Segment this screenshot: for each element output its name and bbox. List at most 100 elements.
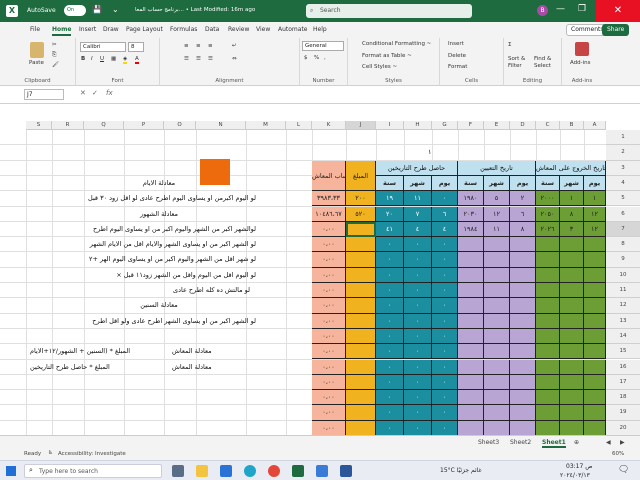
data-cell-c[interactable] [536,267,560,283]
taskbar-search[interactable]: ⌕ Type here to search [24,464,162,478]
font-color-icon[interactable]: A [135,56,139,64]
tab-review[interactable]: Review [228,26,249,33]
percent-icon[interactable]: % [314,55,319,61]
column-header-o[interactable]: O [164,121,196,130]
tab-help[interactable]: Help [313,26,327,33]
data-cell-h[interactable]: ٤ [404,221,432,238]
data-cell-f[interactable] [458,267,484,283]
data-cell-a[interactable] [584,405,606,421]
data-cell-c[interactable] [536,252,560,268]
data-cell-e[interactable] [484,359,510,375]
document-title[interactable]: برنامج حساب المعا... • Last Modified: 16… [135,7,255,13]
data-cell-g[interactable]: ٠ [432,390,458,406]
delete-cells-button[interactable]: Delete [448,53,466,59]
data-cell-b[interactable]: ٨ [560,206,584,222]
autosum-icon[interactable]: Σ [508,42,511,48]
comma-style-icon[interactable]: , [324,55,326,61]
row-header-19[interactable]: 19 [606,405,640,421]
column-header-p[interactable]: P [124,121,164,130]
data-cell-j[interactable] [346,237,376,253]
data-cell-d[interactable]: ٢ [510,191,536,207]
cancel-formula-icon[interactable]: ✕ [80,89,86,97]
data-cell-i[interactable]: ٠ [376,405,404,421]
column-header-k[interactable]: K [312,121,346,130]
row-header-16[interactable]: 16 [606,359,640,375]
scroll-tabs-left-icon[interactable]: ◀ [606,439,611,446]
sheet-tab-2[interactable]: Sheet2 [510,439,531,446]
data-cell-c[interactable] [536,298,560,314]
data-cell-f[interactable] [458,420,484,435]
tab-insert[interactable]: Insert [79,26,96,33]
data-cell-a[interactable] [584,390,606,406]
data-cell-h[interactable]: ١١ [404,191,432,207]
row-header-7[interactable]: 7 [606,221,640,238]
tab-automate[interactable]: Automate [278,26,308,33]
data-cell-e[interactable] [484,405,510,421]
data-cell-a[interactable]: ١٢ [584,206,606,222]
data-cell-b[interactable] [560,405,584,421]
data-cell-b[interactable] [560,283,584,299]
data-cell-h[interactable]: ٠ [404,237,432,253]
worksheet-grid[interactable]: A B C D E F G H I J K L M N O P Q R S 1 2 3 4 5 6 7 8 9 10 11 12 13 14 15… [0,121,640,435]
data-cell-b[interactable]: ٣ [560,221,584,238]
data-cell-i[interactable]: ٠ [376,328,404,345]
align-top-icon[interactable]: ≡ [184,43,189,49]
column-header-d[interactable]: D [510,121,536,130]
column-header-h[interactable]: H [404,121,432,130]
data-cell-h[interactable]: ٠ [404,390,432,406]
data-cell-j[interactable] [346,267,376,283]
tab-view[interactable]: View [256,26,270,33]
tab-file[interactable]: File [30,26,40,33]
row-header-1[interactable]: 1 [606,130,640,146]
data-cell-j[interactable] [346,390,376,406]
data-cell-k[interactable]: ٠،٠٠ [312,283,346,299]
data-cell-g[interactable]: ٠ [432,237,458,253]
chrome-browser-icon[interactable] [268,465,280,477]
merge-center-icon[interactable]: ⇔ [232,56,237,62]
data-cell-f[interactable] [458,283,484,299]
data-cell-i[interactable]: ٠ [376,298,404,314]
notifications-icon[interactable]: 🗨 [618,465,629,475]
word-icon[interactable] [340,465,352,477]
data-cell-e[interactable] [484,313,510,329]
format-painter-icon[interactable]: 🖌 [52,62,59,68]
align-middle-icon[interactable]: ≡ [196,43,201,49]
search-box[interactable]: ⌕ Search [306,4,472,18]
conditional-formatting-button[interactable]: Conditional Formatting ~ [362,41,431,47]
data-cell-d[interactable] [510,420,536,435]
row-header-4[interactable]: 4 [606,175,640,192]
data-cell-g[interactable]: ٠ [432,191,458,207]
paste-button[interactable]: Paste [29,60,44,66]
column-header-s[interactable]: S [26,121,52,130]
fill-color-icon[interactable]: ◈ [123,56,128,64]
data-cell-a[interactable] [584,252,606,268]
row-header-5[interactable]: 5 [606,191,640,207]
column-header-g[interactable]: G [432,121,458,130]
data-cell-g[interactable]: ٠ [432,420,458,435]
data-cell-h[interactable]: ٠ [404,298,432,314]
data-cell-e[interactable] [484,252,510,268]
data-cell-b[interactable]: ١ [560,191,584,207]
sheet-tab-3[interactable]: Sheet3 [478,439,499,446]
data-cell-b[interactable] [560,252,584,268]
cut-icon[interactable]: ✂ [52,42,57,48]
share-button[interactable]: Share [602,24,630,36]
clock-date[interactable]: ٢٠٢٤/٠٣/١٣ [560,472,590,479]
column-header-a[interactable]: A [584,121,606,130]
data-cell-c[interactable] [536,237,560,253]
data-cell-a[interactable] [584,374,606,391]
column-header-j[interactable]: J [346,121,376,130]
data-cell-i[interactable]: ١٩ [376,191,404,207]
row-header-2[interactable]: 2 [606,145,640,161]
close-button[interactable]: ✕ [596,0,640,22]
align-bottom-icon[interactable]: ≡ [208,43,213,49]
mail-icon[interactable] [220,465,232,477]
data-cell-a[interactable] [584,267,606,283]
data-cell-a[interactable] [584,298,606,314]
data-cell-c[interactable] [536,344,560,360]
data-cell-e[interactable] [484,390,510,406]
data-cell-c[interactable] [536,359,560,375]
column-header-l[interactable]: L [286,121,312,130]
data-cell-c[interactable]: ٢٠٠٠ [536,191,560,207]
data-cell-f[interactable] [458,328,484,345]
